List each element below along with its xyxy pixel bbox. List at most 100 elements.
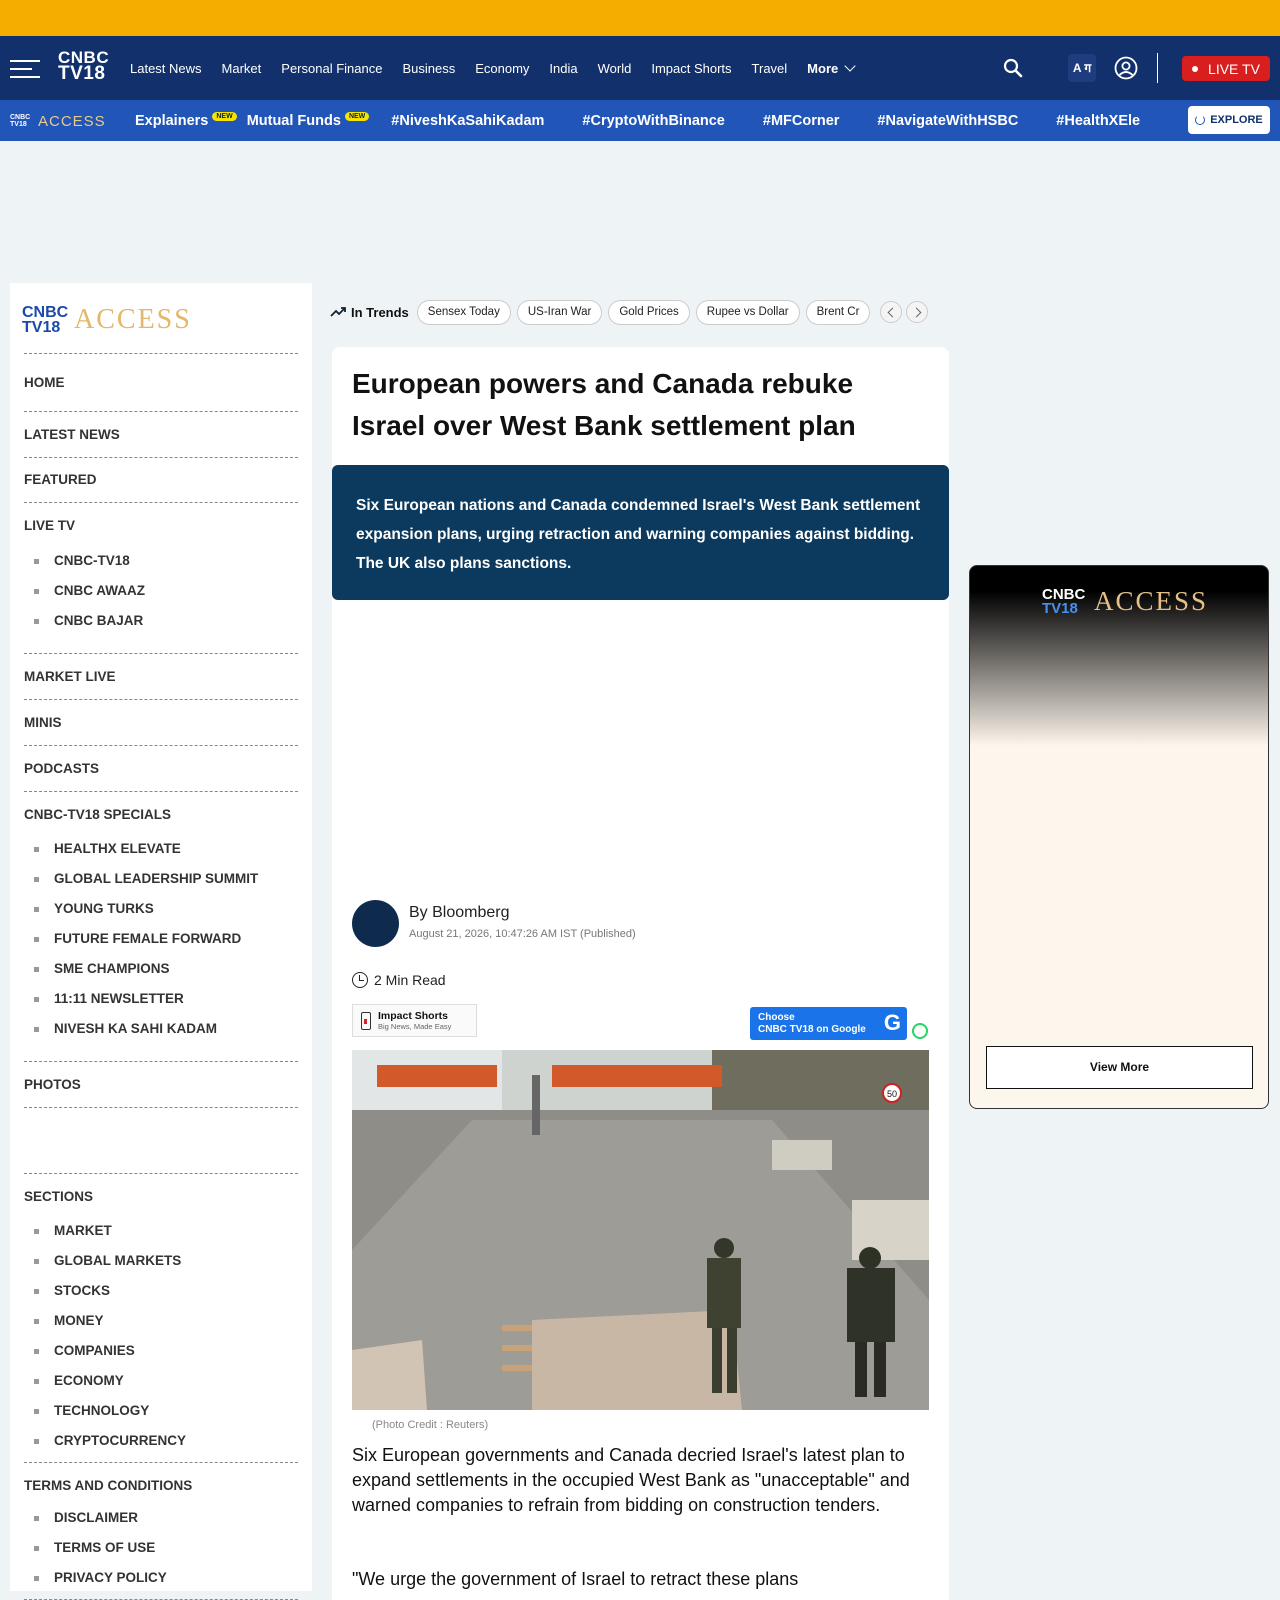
nav-link-market[interactable]: Market — [222, 61, 262, 76]
phone-icon — [361, 1011, 371, 1030]
author-avatar[interactable] — [352, 900, 399, 947]
article-card: European powers and Canada rebuke Israel… — [332, 347, 949, 1600]
author-block: By Bloomberg August 21, 2026, 10:47:26 A… — [352, 900, 912, 950]
nav-link-latest-news[interactable]: Latest News — [130, 61, 202, 76]
sidebar-item-featured[interactable]: FEATURED — [24, 458, 298, 502]
article-summary: Six European nations and Canada condemne… — [332, 465, 949, 600]
new-badge: NEW — [344, 112, 370, 121]
sidebar-subitem-future-female-forward[interactable]: FUTURE FEMALE FORWARD — [24, 924, 298, 954]
sidebar-item-live-tv[interactable]: LIVE TV — [24, 503, 298, 546]
explore-icon — [1195, 115, 1206, 125]
whatsapp-icon[interactable] — [912, 1023, 928, 1039]
chevron-right-icon[interactable] — [905, 301, 928, 323]
live-tv-button[interactable]: LIVE TV — [1182, 56, 1270, 81]
sidebar-access-logo[interactable]: CNBC TV18 ACCESS — [22, 300, 192, 340]
sidebar-subitem-cryptocurrency[interactable]: CRYPTOCURRENCY — [24, 1426, 298, 1456]
access-logo[interactable]: CNBC TV18 ACCESS — [10, 111, 106, 131]
sidebar-subitem-global-leadership-summit[interactable]: GLOBAL LEADERSHIP SUMMIT — [24, 864, 298, 894]
sidebar-item-photos[interactable]: PHOTOS — [24, 1062, 298, 1107]
trending-up-icon — [330, 307, 346, 317]
nav-divider — [1157, 53, 1158, 83]
sidebar-item-specials[interactable]: CNBC-TV18 SPECIALS — [24, 792, 298, 834]
in-trends-label: In Trends — [330, 305, 409, 320]
sidebar-subitem-stocks[interactable]: STOCKS — [24, 1276, 298, 1306]
sidebar-item-home[interactable]: HOME — [24, 354, 298, 411]
subnav-item-niveshkasahikadam[interactable]: #NiveshKaSahiKadam — [391, 113, 544, 129]
nav-link-personal-finance[interactable]: Personal Finance — [281, 61, 382, 76]
speed-sign-text: 50 — [887, 1089, 897, 1099]
nav-link-travel[interactable]: Travel — [752, 61, 788, 76]
subnav-item-explainers[interactable]: Explainers NEW — [135, 112, 237, 129]
sidebar-subitem-1111-newsletter[interactable]: 11:11 NEWSLETTER — [24, 984, 298, 1014]
sidebar-subitem-market[interactable]: MARKET — [24, 1216, 298, 1246]
sidebar-item-podcasts[interactable]: PODCASTS — [24, 746, 298, 791]
article-photo: 50 — [352, 1050, 929, 1410]
sidebar-subitem-global-markets[interactable]: GLOBAL MARKETS — [24, 1246, 298, 1276]
article-headline: European powers and Canada rebuke Israel… — [352, 368, 856, 441]
chevron-left-icon[interactable] — [879, 301, 902, 323]
sidebar-item-market-live[interactable]: MARKET LIVE — [24, 654, 298, 699]
sidebar-subitem-nivesh-ka-sahi-kadam[interactable]: NIVESH KA SAHI KADAM — [24, 1014, 298, 1044]
nav-link-economy[interactable]: Economy — [475, 61, 529, 76]
article-photo-illustration: 50 — [352, 1050, 929, 1410]
read-time: 2 Min Read — [352, 970, 446, 990]
subnav-item-cryptowithbinance[interactable]: #CryptoWithBinance — [582, 113, 724, 129]
user-account-icon[interactable] — [1114, 56, 1138, 80]
subnav-items: Explainers NEW Mutual Funds NEW #NiveshKaS… — [135, 100, 1165, 141]
sidebar-subitem-disclaimer[interactable]: DISCLAIMER — [24, 1503, 298, 1533]
author-name[interactable]: By Bloomberg — [409, 904, 510, 922]
promo-access-logo[interactable]: CNBC TV18 ACCESS — [1042, 586, 1208, 617]
sidebar-subitem-young-turks[interactable]: YOUNG TURKS — [24, 894, 298, 924]
sidebar-subitem-cnbc-awaaz[interactable]: CNBC AWAAZ — [24, 576, 298, 606]
trending-bar: In Trends Sensex Today US-Iran War Gold … — [330, 298, 950, 326]
sidebar-subitem-healthx-elevate[interactable]: HEALTHX ELEVATE — [24, 834, 298, 864]
sidebar-subitem-money[interactable]: MONEY — [24, 1306, 298, 1336]
nav-link-india[interactable]: India — [549, 61, 577, 76]
new-badge: NEW — [212, 112, 237, 121]
nav-link-business[interactable]: Business — [402, 61, 455, 76]
sidebar-subitem-sme-champions[interactable]: SME CHAMPIONS — [24, 954, 298, 984]
nav-link-world[interactable]: World — [598, 61, 632, 76]
trend-chip-brent-crude[interactable]: Brent Cr — [805, 299, 870, 325]
chevron-down-icon — [844, 59, 856, 72]
top-ad-strip — [0, 0, 1280, 36]
google-g-icon: G — [883, 1010, 901, 1035]
sidebar-subitem-technology[interactable]: TECHNOLOGY — [24, 1396, 298, 1426]
left-sidebar: CNBC TV18 ACCESS HOME LATEST NEWS FEATURE… — [10, 283, 312, 1600]
impact-shorts-button[interactable]: Impact Shorts Big News, Made Easy — [352, 1004, 477, 1037]
hamburger-menu-icon[interactable] — [10, 60, 40, 78]
sidebar-item-minis[interactable]: MINIS — [24, 700, 298, 745]
nav-more-menu[interactable]: More — [807, 59, 856, 76]
right-access-promo: CNBC TV18 ACCESS View More — [969, 565, 1269, 1109]
subnav-item-navigatewithhsbc[interactable]: #NavigateWithHSBC — [877, 113, 1018, 129]
sidebar-subitem-companies[interactable]: COMPANIES — [24, 1336, 298, 1366]
trend-chip-rupee-vs-dollar[interactable]: Rupee vs Dollar — [695, 299, 800, 325]
main-navigation: CNBC TV18 Latest News Market Personal Fi… — [0, 36, 1280, 100]
sidebar-subitem-cnbc-tv18[interactable]: CNBC-TV18 — [24, 546, 298, 576]
choose-on-google-button[interactable]: Choose CNBC TV18 on Google G — [750, 1007, 907, 1040]
clock-icon — [352, 972, 368, 988]
article-paragraph-2: "We urge the government of Israel to ret… — [352, 1569, 799, 1589]
explore-button[interactable]: EXPLORE — [1188, 106, 1270, 134]
nav-link-impact-shorts[interactable]: Impact Shorts — [651, 61, 731, 76]
trend-chip-us-iran-war[interactable]: US-Iran War — [516, 299, 603, 325]
subnav-item-mutual-funds[interactable]: Mutual Funds NEW — [247, 112, 370, 129]
access-subnav: CNBC TV18 ACCESS Explainers NEW Mutual Fu… — [0, 100, 1280, 141]
subnav-item-mfcorner[interactable]: #MFCorner — [763, 113, 840, 129]
sidebar-subitem-economy[interactable]: ECONOMY — [24, 1366, 298, 1396]
trend-chip-sensex-today[interactable]: Sensex Today — [416, 299, 511, 325]
sidebar-item-sections[interactable]: SECTIONS — [24, 1174, 298, 1216]
language-toggle-icon[interactable]: A ग — [1068, 54, 1096, 82]
sidebar-item-terms[interactable]: TERMS AND CONDITIONS — [24, 1463, 298, 1503]
sidebar-subitem-privacy-policy[interactable]: PRIVACY POLICY — [24, 1563, 298, 1593]
sidebar-subitem-terms-of-use[interactable]: TERMS OF USE — [24, 1533, 298, 1563]
nav-links: Latest News Market Personal Finance Busi… — [120, 36, 864, 100]
search-icon[interactable] — [1003, 58, 1023, 78]
sidebar-item-latest-news[interactable]: LATEST NEWS — [24, 412, 298, 457]
subnav-item-healthxele[interactable]: #HealthXEle — [1056, 113, 1140, 129]
view-more-button[interactable]: View More — [986, 1046, 1253, 1089]
sidebar-subitem-cnbc-bajar[interactable]: CNBC BAJAR — [24, 606, 298, 636]
article-paragraph-1: Six European governments and Canada decr… — [352, 1445, 910, 1515]
cnbc-tv18-logo[interactable]: CNBC TV18 — [58, 49, 114, 86]
trend-chip-gold-prices[interactable]: Gold Prices — [608, 299, 690, 325]
